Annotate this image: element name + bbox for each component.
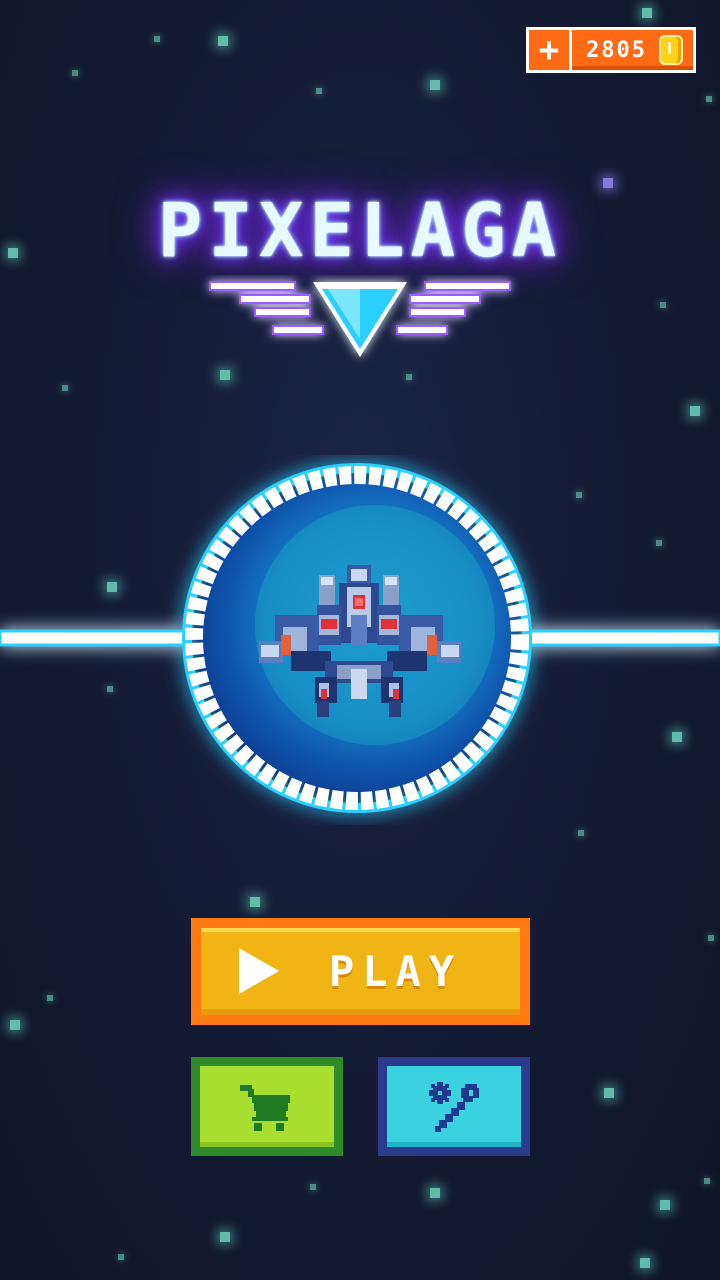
play-icon [239,948,279,994]
star [218,36,228,46]
star [603,178,613,188]
coin-balance: 2805 [569,27,696,73]
add-coins-button[interactable]: + [526,27,573,73]
star [642,8,652,18]
gear-wrench-icon [429,1081,479,1132]
settings-button-face [387,1066,521,1147]
star [578,830,584,836]
star [154,36,160,42]
coin-count: 2805 [586,37,647,63]
shop-button-face [200,1066,334,1147]
star [10,1020,20,1030]
star [47,995,53,1001]
star [430,1188,440,1198]
star [118,1254,124,1260]
logo-title: PIXELAGA [157,188,563,274]
star [250,897,260,907]
cart-icon [240,1084,290,1131]
star [660,302,666,308]
settings-button[interactable] [378,1057,530,1156]
wings-emblem [209,281,511,357]
star [660,1200,670,1210]
coin-icon [659,35,683,65]
star [220,1232,230,1242]
coin-counter: + 2805 [526,27,696,73]
star [316,88,322,94]
star [220,370,230,380]
star [706,96,712,102]
star [640,1258,650,1268]
star [690,406,700,416]
star [62,385,68,391]
play-button[interactable]: PLAY [191,918,530,1025]
star [430,80,440,90]
star [72,70,78,76]
spaceship-sprite [259,565,461,717]
star [708,935,714,941]
star [310,1184,316,1190]
star [406,374,412,380]
star [604,1088,614,1098]
game-logo: PIXELAGA [0,188,720,274]
plus-icon: + [538,30,560,70]
play-label: PLAY [328,947,463,996]
shop-button[interactable] [191,1057,343,1156]
star [704,1178,710,1184]
